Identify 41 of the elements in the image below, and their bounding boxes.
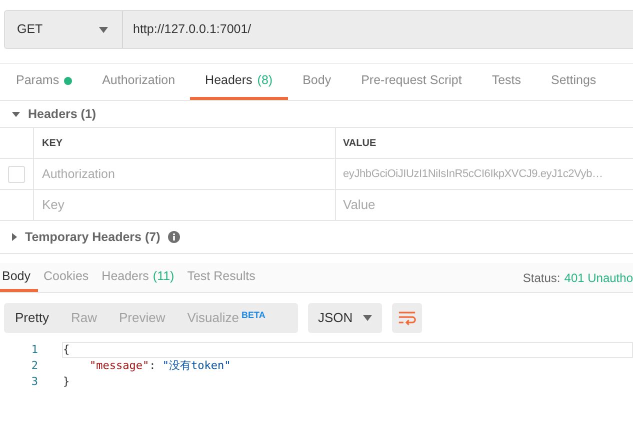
request-tab[interactable]: Body — [288, 64, 346, 100]
line-number: 2 — [30, 358, 38, 374]
checkbox[interactable] — [8, 166, 25, 182]
status-value: 401 Unautho — [564, 270, 633, 286]
request-tab[interactable]: Authorization — [87, 64, 190, 100]
response-tab[interactable]: Test Results — [185, 263, 262, 292]
line-number: 1 — [30, 342, 38, 358]
header-value[interactable]: eyJhbGciOiJIUzI1NiIsInR5cCI6IkpXVCJ9.eyJ1c2Vyb… — [336, 159, 633, 189]
view-mode-tab[interactable]: Visualize $^{BETA}$ — [176, 303, 276, 333]
section-title: Temporary Headers (7) — [25, 228, 160, 246]
view-mode-tab[interactable]: Preview — [108, 303, 176, 333]
request-tab[interactable]: Pre-request Script — [346, 64, 477, 100]
request-tab[interactable]: Headers (8) — [190, 64, 288, 100]
section-title: Headers (1) — [28, 106, 96, 123]
request-tab[interactable]: Params — [1, 64, 88, 100]
caret-icon — [99, 26, 108, 32]
request-tab[interactable]: Settings — [536, 64, 612, 100]
response-tab[interactable]: Cookies — [42, 263, 96, 292]
value-input-field[interactable]: Value — [343, 195, 633, 215]
request-tab[interactable]: Tests — [476, 64, 536, 100]
column-header: VALUE — [342, 136, 378, 150]
column-header: KEY — [34, 128, 336, 158]
view-mode-tab[interactable]: Raw — [60, 303, 108, 333]
wrap-lines-button[interactable] — [392, 303, 422, 333]
method-dropdown[interactable]: GET — [5, 11, 123, 48]
key-input-field[interactable]: Key — [42, 195, 335, 215]
response-tab[interactable]: Body — [0, 263, 38, 292]
code-line: } — [62, 374, 71, 390]
collapse-triangle-icon[interactable] — [12, 112, 20, 116]
line-number: 3 — [30, 374, 38, 390]
format-dropdown[interactable]: JSON — [308, 303, 382, 333]
wrap-lines-icon — [398, 310, 416, 326]
caret-icon[interactable] — [363, 315, 372, 321]
view-mode-tab[interactable]: Pretty — [4, 303, 60, 333]
response-tab[interactable]: Headers (11) — [100, 263, 182, 292]
expand-triangle-icon[interactable] — [12, 233, 17, 241]
header-key[interactable]: Authorization — [34, 159, 336, 189]
status-label: Status: — [522, 270, 560, 286]
url-field[interactable]: http://127.0.0.1:7001/ — [123, 11, 633, 48]
code-line: "message": "没有token" — [88, 358, 232, 374]
info-icon[interactable] — [168, 231, 180, 243]
